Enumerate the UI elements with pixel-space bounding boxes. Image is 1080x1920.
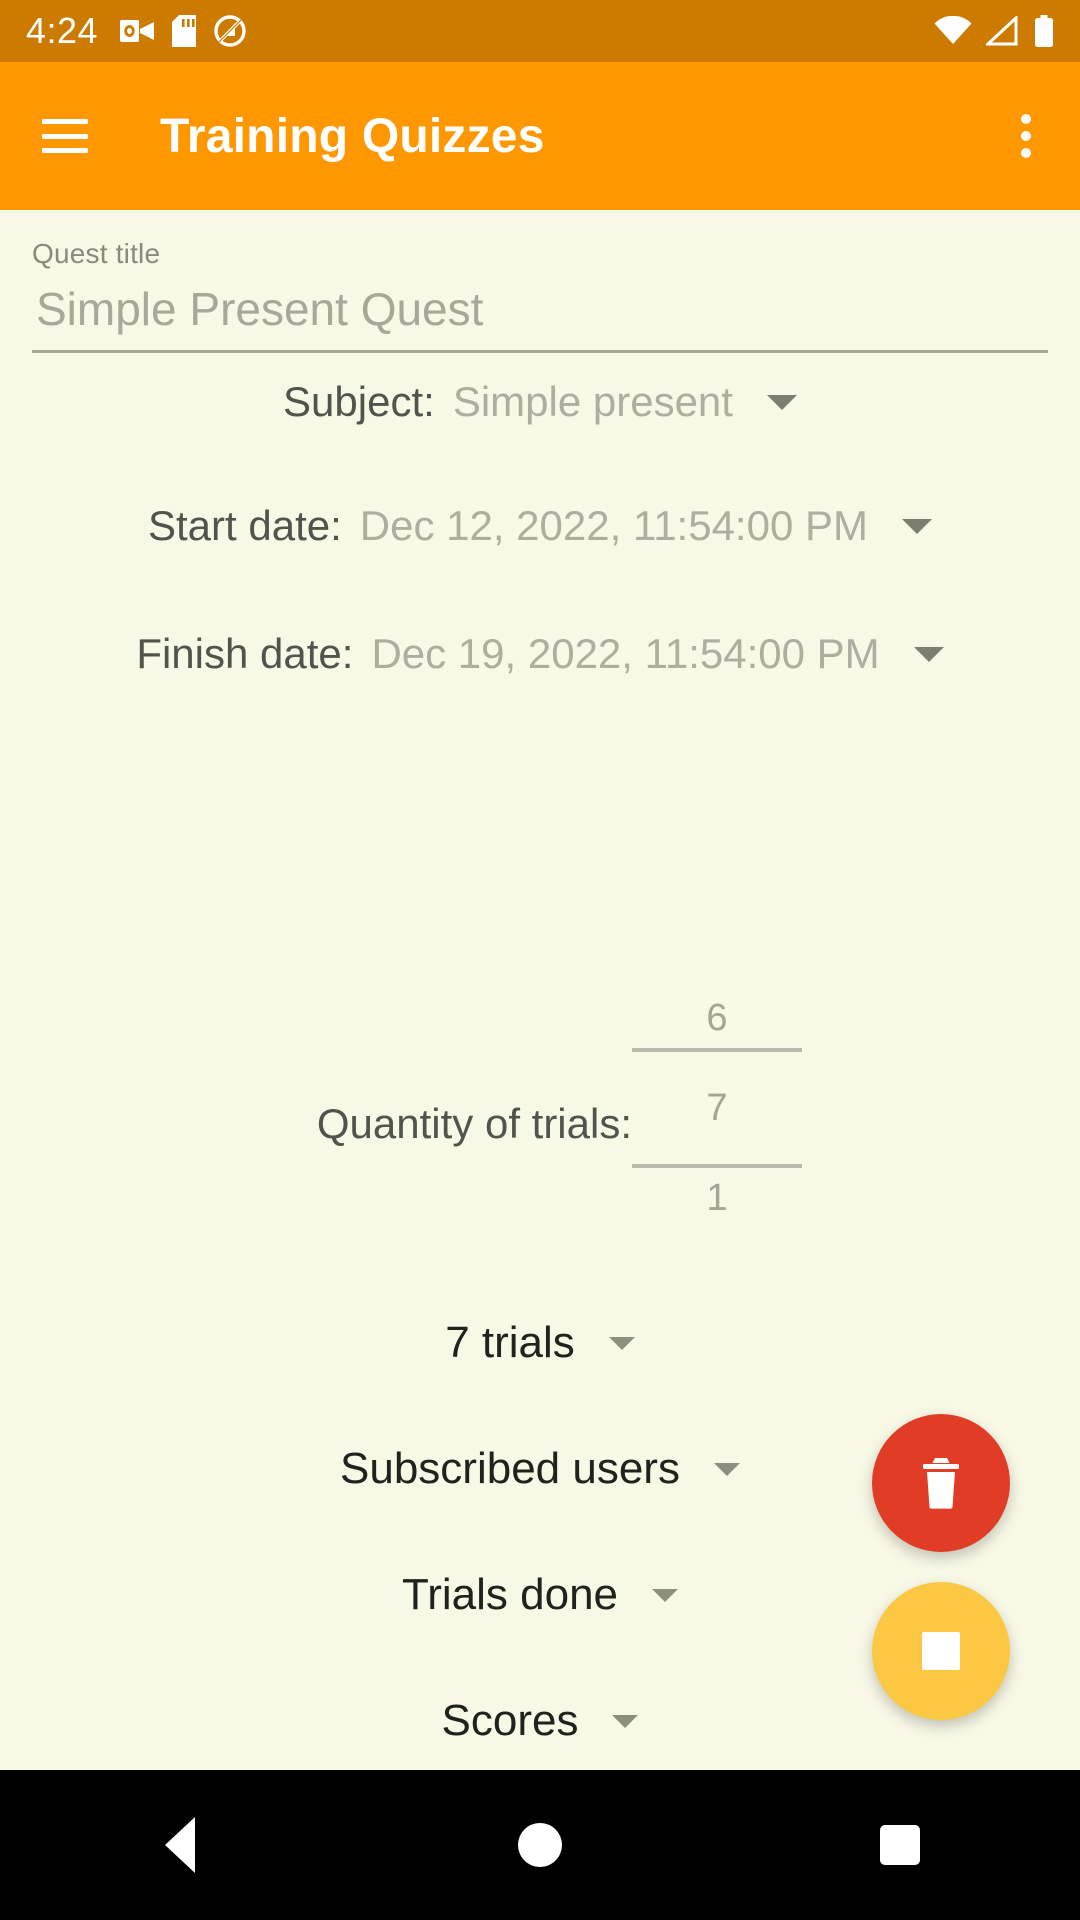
nav-home-button[interactable] — [465, 1770, 615, 1920]
system-status-icons — [934, 15, 1054, 47]
outlook-icon — [120, 19, 155, 43]
quest-title-label: Quest title — [32, 238, 161, 269]
quantity-previous-value[interactable]: 6 — [632, 988, 802, 1048]
quantity-of-trials-label: Quantity of trials: — [316, 1100, 632, 1147]
page-title: Training Quizzes — [160, 109, 545, 163]
nav-back-button[interactable] — [105, 1770, 255, 1920]
finish-date-value: Dec 19, 2022, 11:54:00 PM — [371, 630, 880, 677]
cell-signal-icon — [986, 16, 1018, 46]
section-trials[interactable]: 7 trials — [0, 1318, 1080, 1368]
start-date-value: Dec 12, 2022, 11:54:00 PM — [359, 502, 868, 549]
status-bar: 4:24 — [0, 0, 1080, 62]
finish-date-label: Finish date: — [136, 630, 354, 677]
quest-title-input[interactable] — [32, 282, 1048, 350]
chevron-down-icon-start-date[interactable] — [902, 518, 932, 534]
quest-title-underline — [32, 350, 1048, 353]
chevron-down-icon-scores[interactable] — [612, 1714, 639, 1728]
home-circle-icon — [518, 1823, 562, 1867]
chevron-down-icon-finish-date[interactable] — [913, 646, 944, 662]
chevron-down-icon-trials-done[interactable] — [652, 1588, 679, 1602]
stop-fab[interactable] — [872, 1582, 1010, 1720]
quantity-next-value[interactable]: 1 — [632, 1168, 802, 1228]
start-date-row[interactable]: Start date: Dec 12, 2022, 11:54:00 PM — [0, 502, 1080, 550]
status-clock: 4:24 — [26, 10, 99, 51]
nav-recents-button[interactable] — [825, 1770, 975, 1920]
trash-icon — [923, 1458, 959, 1509]
quest-title-field[interactable] — [32, 282, 1048, 353]
sd-card-icon — [172, 15, 197, 47]
system-navigation-bar — [0, 1770, 1080, 1920]
quantity-stepper[interactable]: 6 7 1 — [632, 988, 802, 1228]
notification-icons — [120, 15, 246, 47]
delete-fab[interactable] — [872, 1414, 1010, 1552]
chevron-down-icon-subject[interactable] — [766, 394, 797, 410]
section-trials-label: 7 trials — [445, 1318, 575, 1367]
subject-value: Simple present — [452, 378, 733, 425]
do-not-disturb-icon — [214, 15, 246, 47]
recents-square-icon — [880, 1825, 920, 1865]
section-trials-done-label: Trials done — [401, 1570, 619, 1619]
stop-square-icon — [922, 1632, 960, 1670]
hamburger-menu-icon[interactable] — [42, 119, 88, 153]
wifi-icon — [934, 16, 972, 44]
section-scores-label: Scores — [441, 1696, 579, 1745]
start-date-label: Start date: — [147, 502, 342, 549]
subject-row[interactable]: Subject: Simple present — [0, 378, 1080, 426]
android-screen: 4:24 Training Quizzes Quest title Simple… — [0, 0, 1080, 1920]
more-vertical-icon[interactable] — [998, 108, 1054, 164]
chevron-down-icon-subscribed-users[interactable] — [713, 1462, 740, 1476]
quantity-selected-value[interactable]: 7 — [632, 1078, 802, 1138]
battery-icon — [1035, 15, 1053, 47]
back-triangle-icon — [165, 1817, 195, 1873]
chevron-down-icon-trials[interactable] — [608, 1336, 635, 1350]
section-subscribed-users-label: Subscribed users — [340, 1444, 680, 1493]
finish-date-row[interactable]: Finish date: Dec 19, 2022, 11:54:00 PM — [0, 630, 1080, 678]
app-bar: Training Quizzes — [0, 62, 1080, 210]
subject-label: Subject: — [283, 378, 435, 425]
